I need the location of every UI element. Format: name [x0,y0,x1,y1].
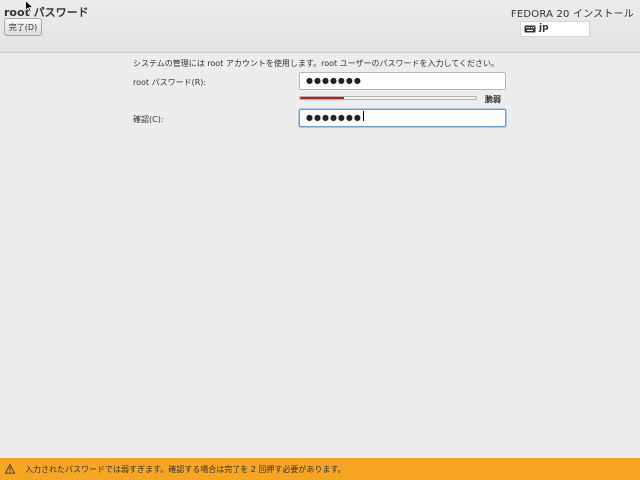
done-button[interactable]: 完了(D) [4,18,42,36]
keyboard-layout-indicator[interactable]: jp [520,21,590,37]
warning-message: 入力されたパスワードでは弱すぎます。確認する場合は完了を 2 回押す必要がありま… [25,465,346,474]
warning-bar[interactable]: 入力されたパスワードでは弱すぎます。確認する場合は完了を 2 回押す必要がありま… [0,458,640,480]
strength-fill [300,97,344,99]
password-strength-meter [299,96,477,100]
password-label: root パスワード(R): [133,78,207,87]
keyboard-icon [524,25,536,33]
header-bar: root パスワード 完了(D) FEDORA 20 インストール jp [0,0,640,53]
password-value: ●●●●●●● [306,76,362,85]
form-description: システムの管理には root アカウントを使用します。root ユーザーのパスワ… [133,59,500,68]
strength-label: 脆弱 [485,95,501,104]
text-caret [362,111,364,121]
product-title: FEDORA 20 インストール [510,9,634,20]
mouse-cursor-icon [25,0,34,13]
confirm-password-field[interactable]: ●●●●●●● [299,109,506,127]
password-field[interactable]: ●●●●●●● [299,72,506,90]
confirm-value: ●●●●●●● [306,113,362,122]
keyboard-layout-label: jp [539,23,549,33]
warning-icon [5,464,15,474]
confirm-label: 確認(C): [133,115,164,124]
